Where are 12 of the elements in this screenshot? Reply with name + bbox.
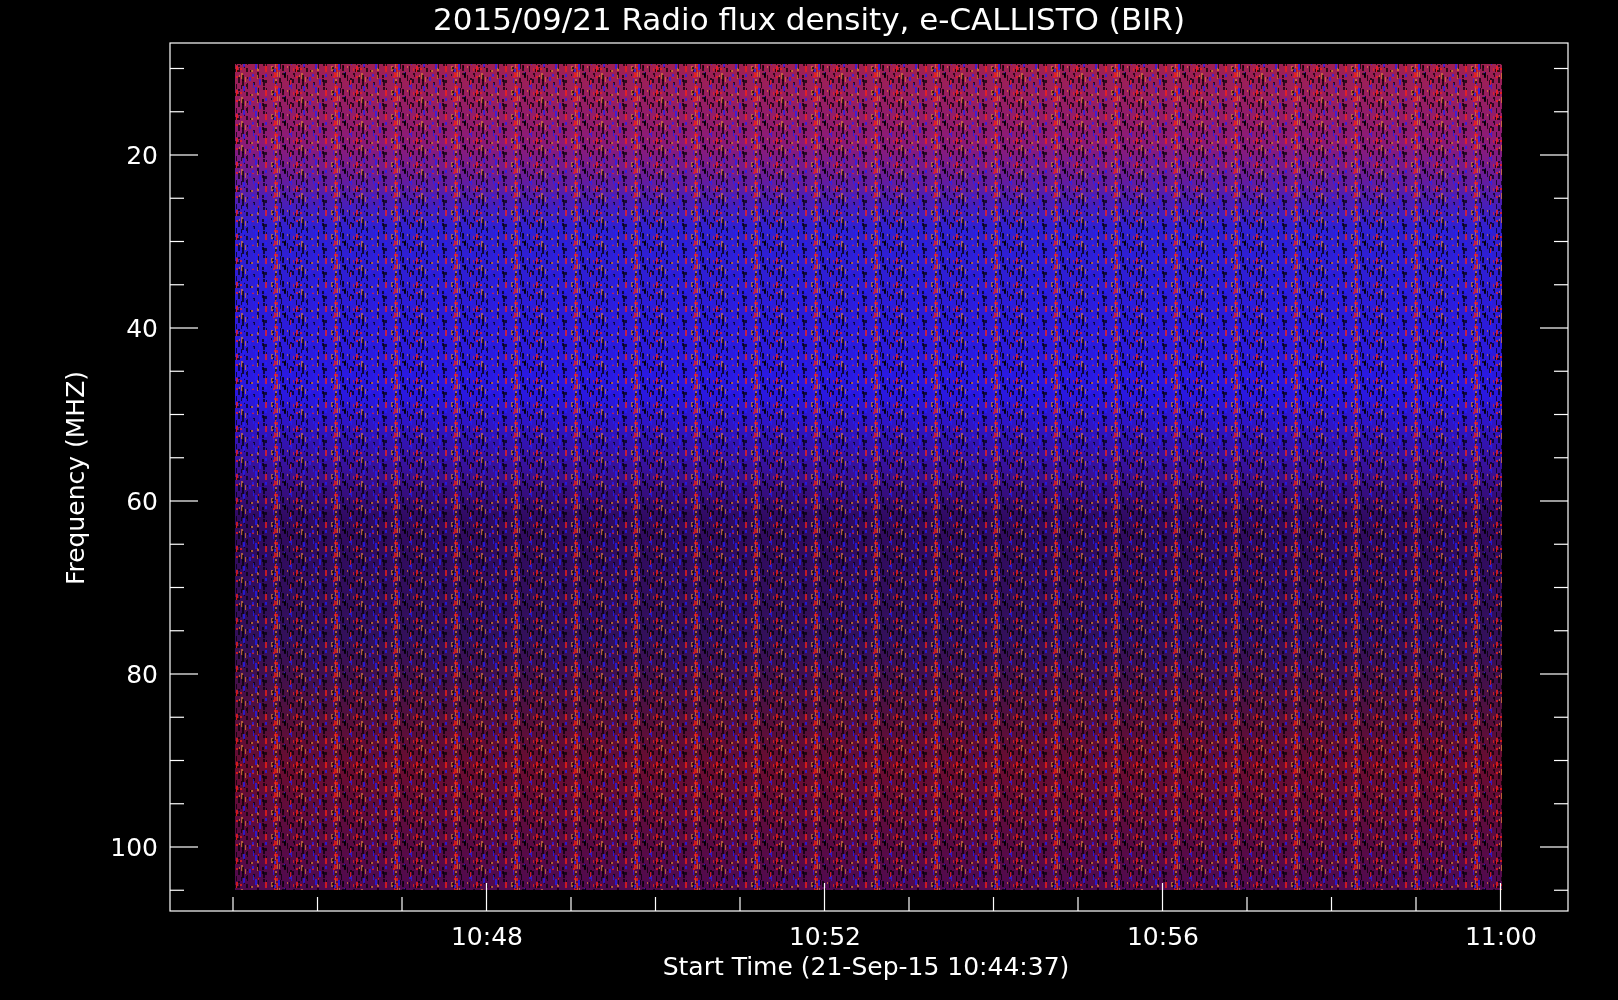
y-tick-label: 80	[126, 660, 158, 689]
x-axis-label: Start Time (21-Sep-15 10:44:37)	[662, 952, 1070, 981]
y-tick-label: 60	[126, 487, 158, 516]
x-tick-label: 11:00	[1465, 922, 1537, 951]
y-tick-label: 40	[126, 314, 158, 343]
y-tick-label: 20	[126, 141, 158, 170]
y-tick-label: 100	[110, 833, 158, 862]
x-tick-label: 10:56	[1127, 922, 1199, 951]
y-axis-label: Frequency (MHZ)	[61, 370, 90, 586]
x-tick-label: 10:48	[451, 922, 523, 951]
x-tick-label: 10:52	[789, 922, 861, 951]
chart-title: 2015/09/21 Radio flux density, e-CALLISTO (BIR)	[433, 1, 1185, 37]
